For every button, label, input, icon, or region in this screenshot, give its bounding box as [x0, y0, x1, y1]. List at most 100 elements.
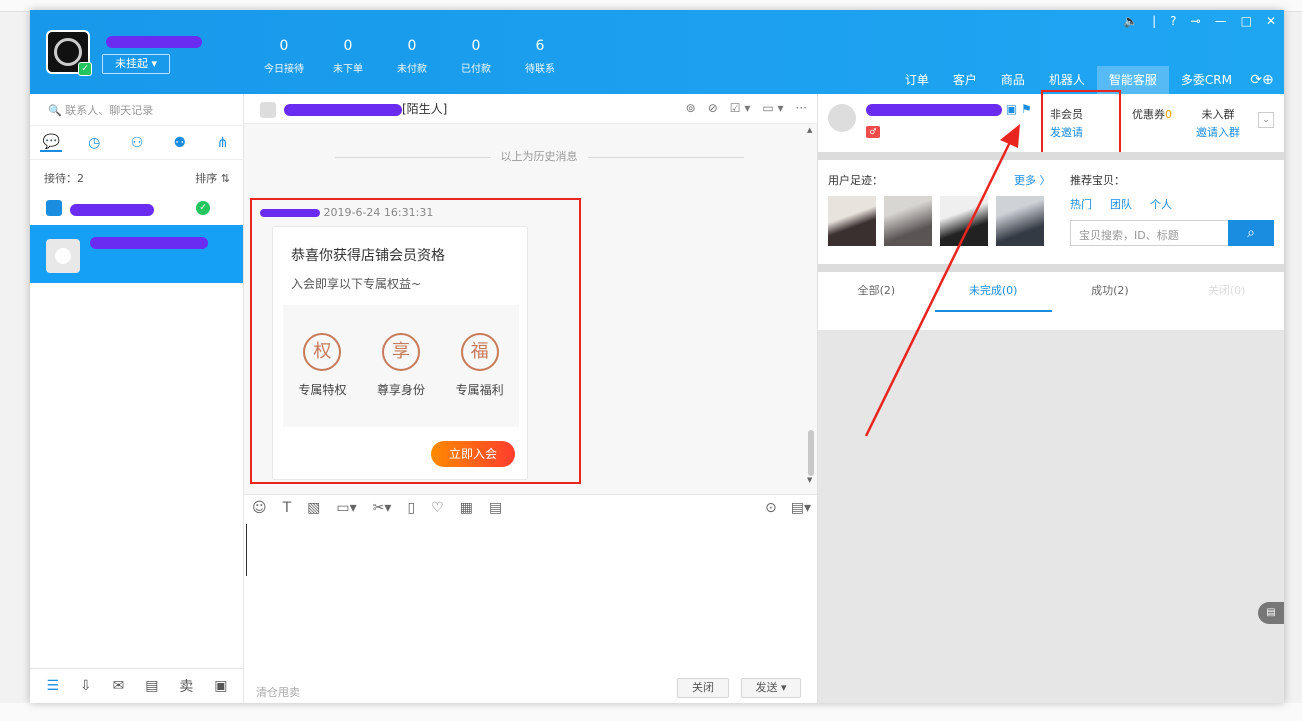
- customer-info: ▣ ⚑ ♂ 非会员 发邀请 优惠券0 未入群 邀请入群 ⌄: [818, 90, 1284, 160]
- close-icon[interactable]: ✕: [1266, 14, 1276, 28]
- contact-avatar-icon: [46, 239, 80, 273]
- vibrate-icon[interactable]: ▯: [407, 500, 415, 516]
- stat-unpaid[interactable]: 0 未付款: [380, 38, 444, 75]
- transfer-icon[interactable]: ⊘: [708, 101, 718, 115]
- maximize-icon[interactable]: □: [1241, 14, 1252, 28]
- stat-unordered[interactable]: 0 未下单: [316, 38, 380, 75]
- stat-to-contact[interactable]: 6 待联系: [508, 38, 572, 75]
- scroll-down-icon[interactable]: ▼: [807, 476, 812, 484]
- message-input[interactable]: [244, 524, 817, 664]
- stats-row: 0 今日接待 0 未下单 0 未付款 0 已付款 6 待联系: [252, 38, 572, 75]
- scroll-thumb[interactable]: [808, 430, 814, 476]
- suspend-status-dropdown[interactable]: 未挂起 ▾: [102, 54, 170, 74]
- order-tab-closed[interactable]: 关闭(0): [1168, 272, 1284, 312]
- product-thumb[interactable]: [996, 196, 1044, 246]
- chat-bubble-icon[interactable]: 💬: [40, 134, 63, 152]
- chat-header: [陌生人] ⊚ ⊘ ☑ ▾ ▭ ▾ ···: [244, 94, 817, 124]
- window-controls: 🔈 | ? ⊸ — □ ✕: [1123, 14, 1276, 28]
- stat-today[interactable]: 0 今日接待: [252, 38, 316, 75]
- chat-peer: [陌生人]: [260, 100, 447, 118]
- float-chat-icon[interactable]: ▤: [1258, 602, 1284, 624]
- order-tab-all[interactable]: 全部(2): [818, 272, 935, 312]
- tab-crm[interactable]: 多委CRM: [1169, 66, 1244, 94]
- sell-icon[interactable]: 卖: [179, 676, 193, 696]
- sound-icon[interactable]: 🔈: [1123, 14, 1138, 28]
- video-icon[interactable]: ▭ ▾: [762, 101, 783, 115]
- record-icon[interactable]: ▤▾: [791, 500, 811, 516]
- user-avatar[interactable]: ✓: [46, 30, 92, 76]
- task-icon[interactable]: ☑ ▾: [730, 101, 751, 115]
- header-bar: ✓ 未挂起 ▾ 0 今日接待 0 未下单 0 未付款 0 已付款 6 待联系 🔈 | ? …: [30, 10, 1284, 94]
- order-tab-pending[interactable]: 未完成(0): [934, 272, 1052, 312]
- contact-panel: 🔍 联系人、聊天记录 💬 ◷ ⚇ ⚉ ⋔ 接待：2 排序 ⇅ ✓ ☰ ⇩ ✉ ▤…: [30, 94, 244, 703]
- menu-icon[interactable]: ☰: [46, 678, 59, 694]
- group-status: 未入群 邀请入群: [1196, 108, 1240, 140]
- input-toolbar: ☺ T ▧ ▭▾ ✂▾ ▯ ♡ ▦ ▤ ⊙ ▤▾: [244, 494, 817, 524]
- contact-item[interactable]: ✓: [44, 198, 224, 222]
- annotation-box-card: [250, 198, 581, 484]
- contact-avatar-icon: [46, 200, 62, 216]
- scissors-icon[interactable]: ✂▾: [373, 500, 392, 516]
- font-icon[interactable]: T: [283, 500, 292, 516]
- background-app-bottom: [0, 703, 1302, 721]
- send-button[interactable]: 发送 ▾: [741, 678, 801, 698]
- tab-customers[interactable]: 客户: [941, 66, 989, 94]
- contact-search-input[interactable]: 🔍 联系人、聊天记录: [30, 94, 244, 126]
- tab-products[interactable]: 商品: [989, 66, 1037, 94]
- pin-icon[interactable]: ⊸: [1191, 14, 1201, 28]
- history-chat-icon[interactable]: ⊙: [765, 500, 777, 516]
- rec-tab-hot[interactable]: 热门: [1070, 196, 1092, 212]
- close-button[interactable]: 关闭: [677, 678, 729, 698]
- customer-avatar: [828, 104, 856, 132]
- more-link[interactable]: 更多 〉: [1014, 172, 1051, 188]
- search-icon[interactable]: ⌕: [1228, 220, 1274, 246]
- product-search-input[interactable]: 宝贝搜索，ID、标题 ⌕: [1070, 220, 1274, 246]
- group-icon[interactable]: ⚉: [169, 135, 191, 151]
- contact-item-selected[interactable]: [30, 225, 243, 283]
- user-name-redacted: [106, 32, 202, 50]
- order-tab-success[interactable]: 成功(2): [1052, 272, 1169, 312]
- store-icon[interactable]: ▤: [145, 678, 158, 694]
- scroll-up-icon[interactable]: ▲: [807, 126, 812, 134]
- invite-group-link[interactable]: 邀请入群: [1196, 124, 1240, 140]
- refresh-add-icon[interactable]: ⟳⊕: [1244, 66, 1280, 94]
- avatar-logo-icon: [54, 38, 82, 66]
- person-icon[interactable]: ⚇: [126, 135, 148, 151]
- expand-icon[interactable]: ⌄: [1258, 112, 1274, 128]
- org-icon[interactable]: ⋔: [212, 135, 234, 151]
- download-icon[interactable]: ⇩: [80, 678, 92, 694]
- minimize-icon[interactable]: —: [1215, 14, 1227, 28]
- left-footer: ☰ ⇩ ✉ ▤ 卖 ▣: [30, 668, 244, 703]
- chat-scrollbar[interactable]: ▲ ▼: [807, 126, 815, 484]
- product-thumb[interactable]: [884, 196, 932, 246]
- more-icon[interactable]: ···: [796, 101, 807, 115]
- queue-header: 接待：2 排序 ⇅: [44, 170, 230, 186]
- window-icon[interactable]: ▣: [214, 678, 227, 694]
- recommend-tabs: 热门 团队 个人: [1070, 196, 1172, 212]
- image-icon[interactable]: ▧: [307, 500, 320, 516]
- product-thumb[interactable]: [940, 196, 988, 246]
- peer-tag: [陌生人]: [402, 102, 448, 116]
- tab-orders[interactable]: 订单: [893, 66, 941, 94]
- quick-reply-icon[interactable]: ⊚: [686, 101, 696, 115]
- rec-tab-personal[interactable]: 个人: [1150, 196, 1172, 212]
- message-list[interactable]: 以上为历史消息 2019-6-24 16:31:31 恭喜你获得店铺会员资格 入…: [244, 124, 817, 494]
- clipboard-icon[interactable]: ▤: [489, 500, 502, 516]
- help-icon[interactable]: ?: [1170, 14, 1176, 28]
- coupon-status[interactable]: 优惠券0: [1132, 106, 1172, 122]
- customer-name-redacted: ▣ ⚑: [866, 102, 1032, 116]
- emoji-icon[interactable]: ☺: [252, 500, 267, 516]
- sort-button[interactable]: 排序 ⇅: [195, 170, 230, 186]
- folder-icon[interactable]: ▭▾: [336, 500, 356, 516]
- heart-icon[interactable]: ♡: [431, 500, 444, 516]
- stat-paid[interactable]: 0 已付款: [444, 38, 508, 75]
- mail-icon[interactable]: ✉: [113, 678, 125, 694]
- left-tabs: 💬 ◷ ⚇ ⚉ ⋔: [30, 126, 244, 160]
- calculator-icon[interactable]: ▦: [460, 500, 473, 516]
- peer-avatar-icon: [260, 101, 276, 118]
- rec-tab-team[interactable]: 团队: [1110, 196, 1132, 212]
- online-check-icon: ✓: [78, 62, 92, 76]
- product-thumb[interactable]: [828, 196, 876, 246]
- divider: [818, 264, 1284, 272]
- clock-icon[interactable]: ◷: [83, 135, 105, 151]
